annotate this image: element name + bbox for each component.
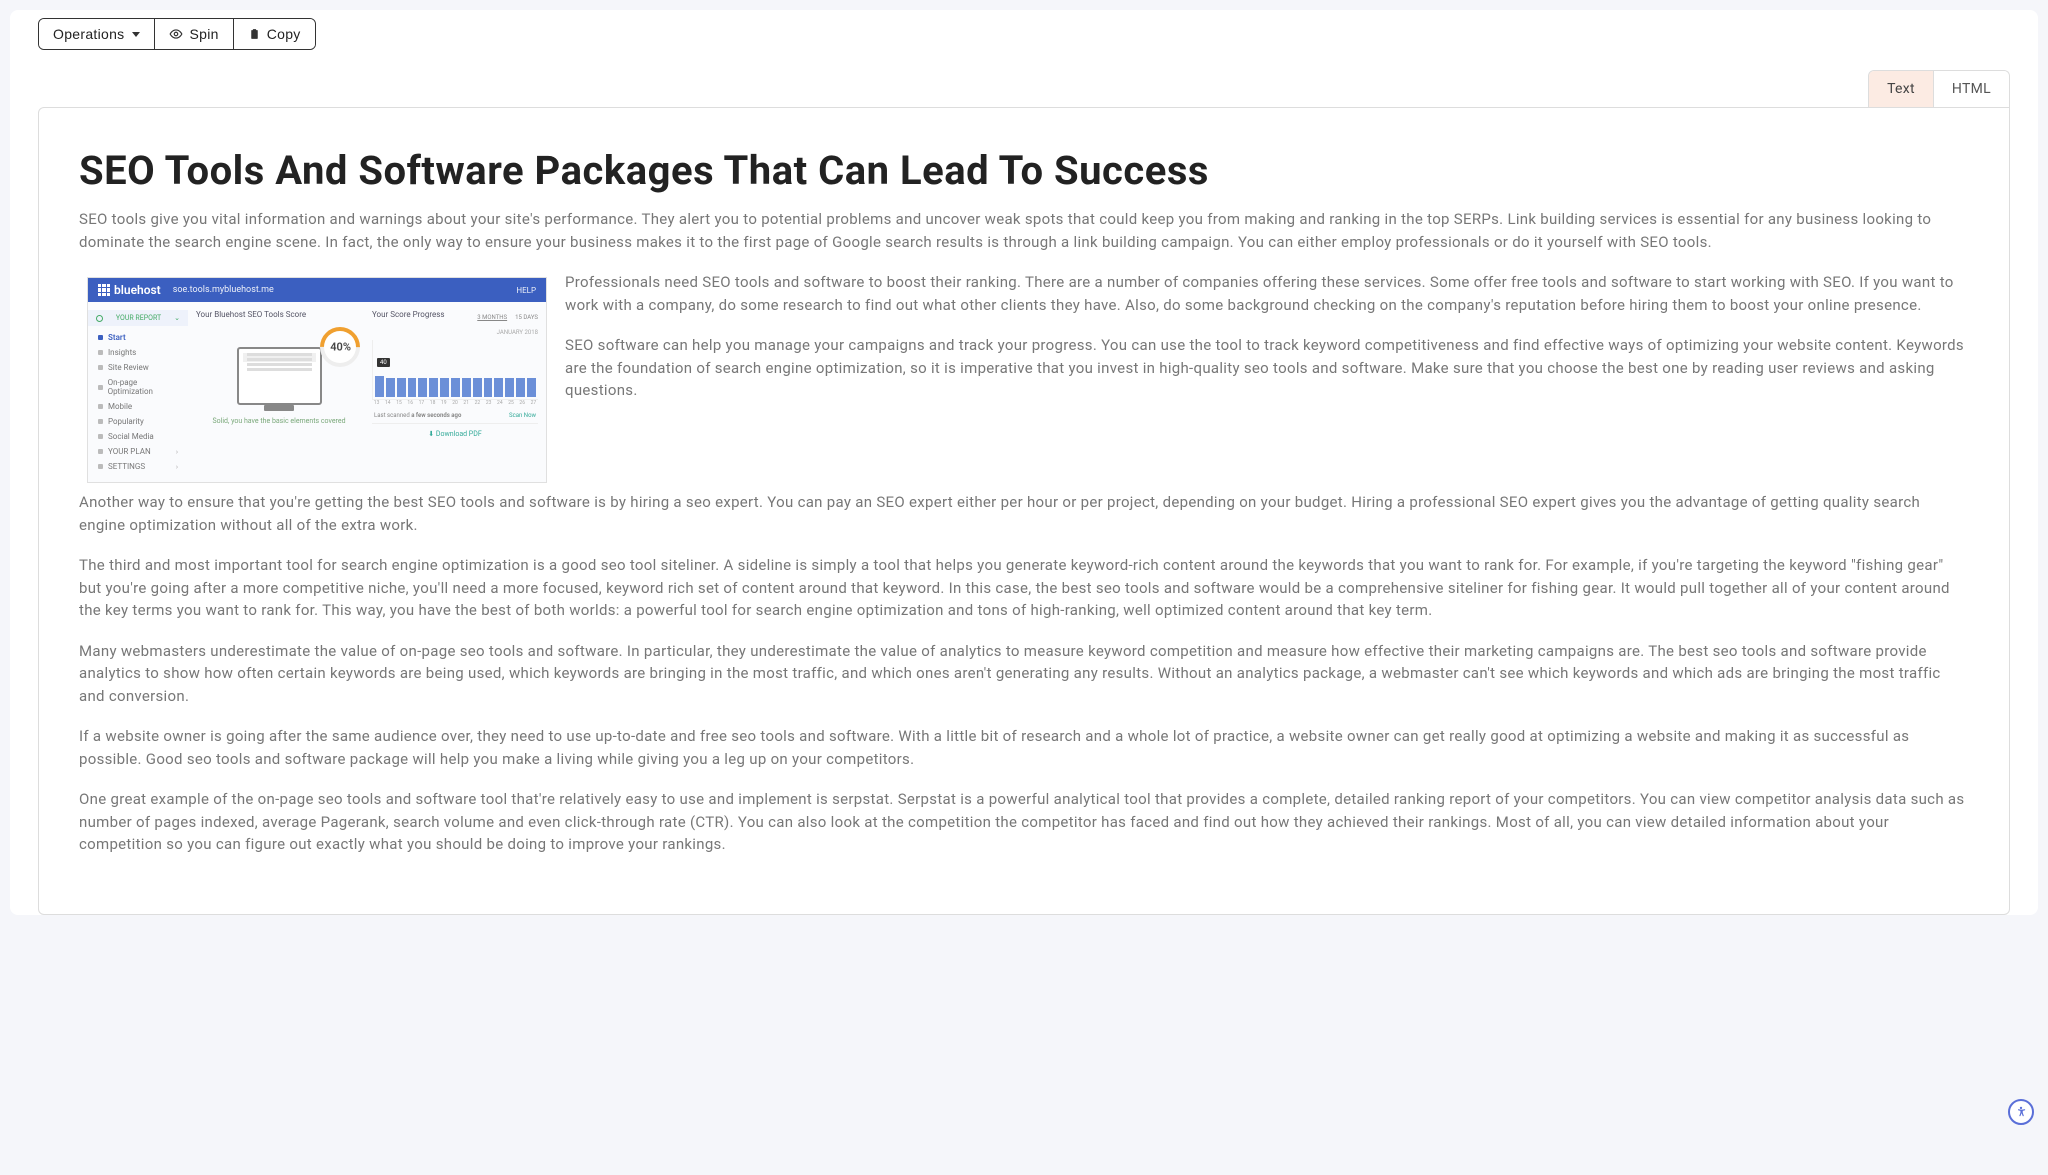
view-tabs: Text HTML bbox=[1868, 70, 2010, 107]
copy-button[interactable]: Copy bbox=[234, 19, 315, 49]
article-paragraph: The third and most important tool for se… bbox=[79, 554, 1969, 622]
score-panel-title: Your Bluehost SEO Tools Score bbox=[196, 310, 362, 319]
dashboard-main: Your Bluehost SEO Tools Score 40% Solid,… bbox=[188, 302, 546, 482]
copy-label: Copy bbox=[267, 26, 301, 42]
dashboard-body: YOUR REPORT ⌄ Start Insights Site Review… bbox=[88, 302, 546, 482]
dashboard-header: bluehost soe.tools.mybluehost.me HELP bbox=[88, 278, 546, 302]
caret-down-icon bbox=[132, 32, 140, 37]
range-15days: 15 DAYS bbox=[515, 314, 538, 321]
tabs-row: Text HTML bbox=[10, 50, 2038, 107]
clipboard-icon bbox=[248, 28, 261, 41]
spin-button[interactable]: Spin bbox=[155, 19, 233, 49]
progress-panel: Your Score Progress 3 MONTHS 15 DAYS JAN… bbox=[372, 310, 538, 474]
tab-text[interactable]: Text bbox=[1869, 71, 1934, 107]
score-value: 40% bbox=[330, 341, 351, 354]
sidebar-item-sitereview: Site Review bbox=[88, 360, 188, 375]
chart-date: JANUARY 2018 bbox=[372, 329, 538, 336]
range-3months: 3 MONTHS bbox=[477, 314, 507, 321]
toolbar: Operations Spin Copy bbox=[10, 10, 2038, 50]
accessibility-widget-button[interactable] bbox=[2008, 1099, 2034, 1125]
chart-xlabels: 131415161718192021222324252627 bbox=[372, 400, 538, 406]
operations-dropdown-button[interactable]: Operations bbox=[39, 19, 155, 49]
help-link: HELP bbox=[516, 286, 536, 295]
grid-icon bbox=[98, 284, 110, 296]
visibility-icon bbox=[169, 27, 183, 41]
chart-footer: Last scanned a few seconds ago Scan Now bbox=[372, 412, 538, 419]
chart-bars bbox=[375, 342, 536, 397]
operations-label: Operations bbox=[53, 26, 124, 42]
sidebar-section-settings: SETTINGS› bbox=[88, 459, 188, 474]
progress-panel-title: Your Score Progress bbox=[372, 310, 444, 319]
monitor-icon bbox=[237, 347, 322, 405]
score-caption: Solid, you have the basic elements cover… bbox=[196, 417, 362, 425]
tab-html[interactable]: HTML bbox=[1934, 71, 2009, 107]
sidebar-item-insights: Insights bbox=[88, 345, 188, 360]
sidebar-item-mobile: Mobile bbox=[88, 399, 188, 414]
sidebar-section-report: YOUR REPORT ⌄ bbox=[88, 310, 188, 326]
article-paragraph: SEO tools give you vital information and… bbox=[79, 208, 1969, 253]
dashboard-url: soe.tools.mybluehost.me bbox=[173, 285, 505, 295]
scan-now: Scan Now bbox=[509, 412, 536, 419]
chart-tooltip: 40 bbox=[377, 358, 390, 367]
embedded-seo-dashboard: bluehost soe.tools.mybluehost.me HELP YO… bbox=[87, 277, 547, 483]
sidebar-item-social: Social Media bbox=[88, 429, 188, 444]
brand-text: bluehost bbox=[114, 283, 161, 297]
article-card: SEO Tools And Software Packages That Can… bbox=[38, 107, 2010, 915]
article-paragraph: If a website owner is going after the sa… bbox=[79, 725, 1969, 770]
article-paragraph: Another way to ensure that you're gettin… bbox=[79, 491, 1969, 536]
spin-label: Spin bbox=[189, 26, 218, 42]
score-panel: Your Bluehost SEO Tools Score 40% Solid,… bbox=[196, 310, 362, 474]
page-container: Operations Spin Copy Text HTML bbox=[10, 10, 2038, 915]
accessibility-icon bbox=[2014, 1105, 2028, 1119]
bluehost-logo: bluehost bbox=[98, 283, 161, 297]
range-toggle: 3 MONTHS 15 DAYS bbox=[477, 314, 538, 321]
sidebar-item-popularity: Popularity bbox=[88, 414, 188, 429]
article-paragraph: One great example of the on-page seo too… bbox=[79, 788, 1969, 856]
report-label: YOUR REPORT bbox=[116, 314, 161, 322]
article-paragraph: Many webmasters underestimate the value … bbox=[79, 640, 1969, 708]
last-scanned: Last scanned a few seconds ago bbox=[374, 412, 461, 419]
progress-chart: 40 bbox=[372, 340, 538, 400]
score-visual: 40% bbox=[196, 325, 362, 405]
article-title: SEO Tools And Software Packages That Can… bbox=[79, 148, 1969, 194]
sidebar-section-plan: YOUR PLAN› bbox=[88, 444, 188, 459]
toolbar-button-group: Operations Spin Copy bbox=[38, 18, 316, 50]
dashboard-sidebar: YOUR REPORT ⌄ Start Insights Site Review… bbox=[88, 302, 188, 482]
download-pdf: ⬇ Download PDF bbox=[372, 423, 538, 444]
home-icon bbox=[96, 315, 103, 322]
sidebar-item-start: Start bbox=[88, 330, 188, 345]
sidebar-item-onpage: On-page Optimization bbox=[88, 375, 188, 399]
chevron-down-icon: ⌄ bbox=[174, 314, 180, 322]
